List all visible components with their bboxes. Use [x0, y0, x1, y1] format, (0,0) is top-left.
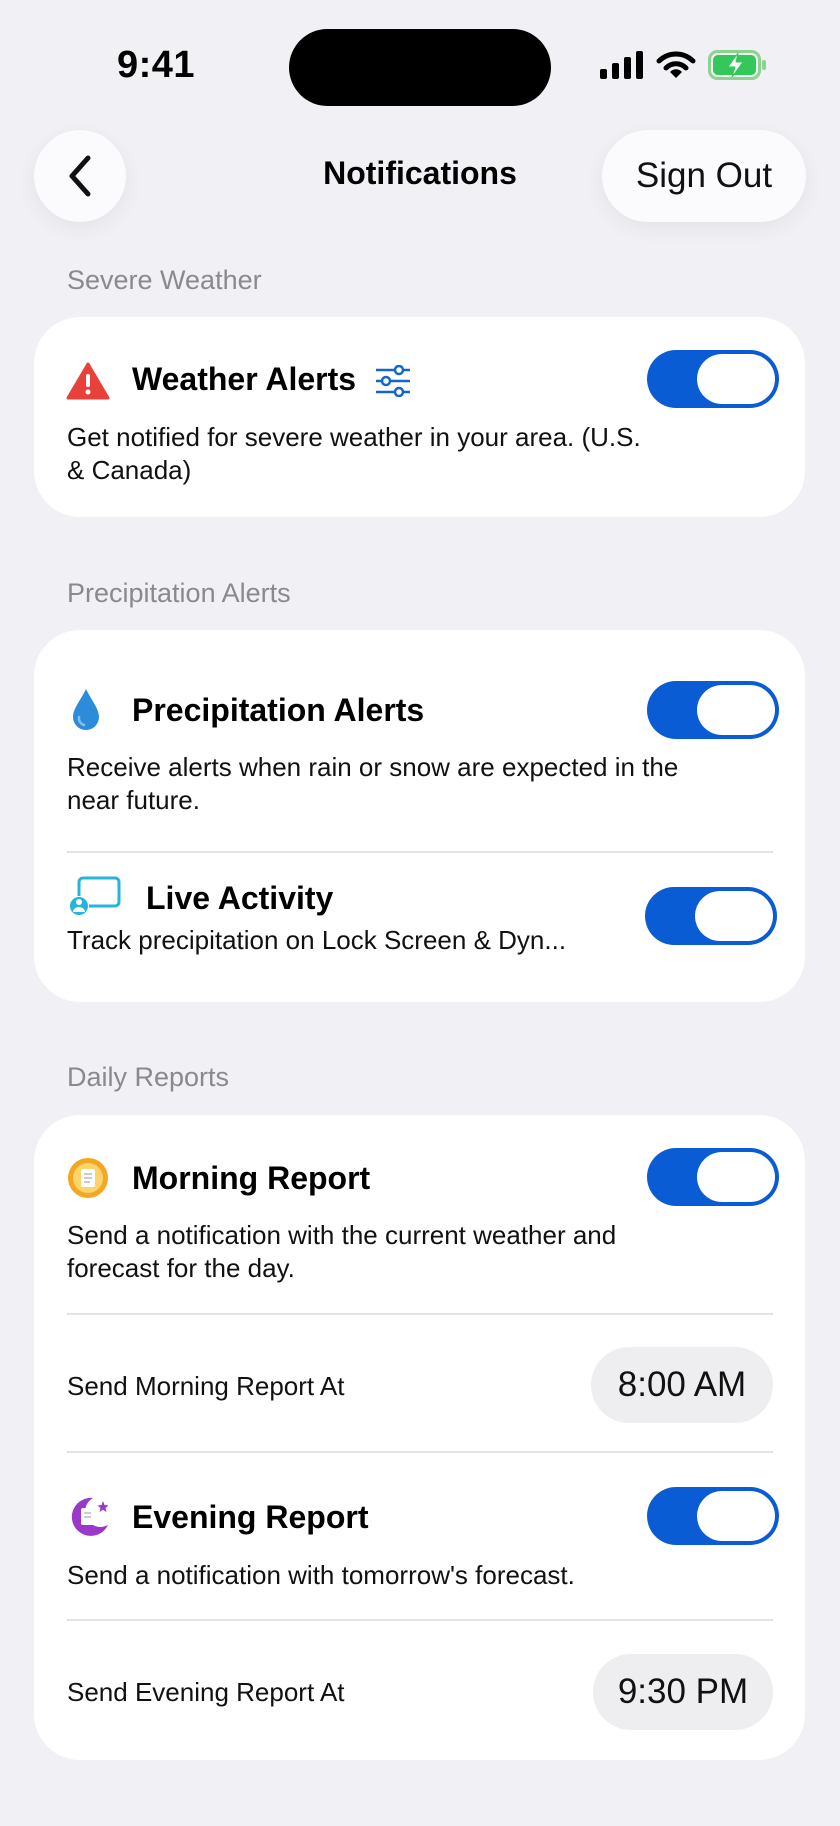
wifi-icon — [656, 51, 696, 78]
live-activity-icon — [69, 876, 121, 916]
precipitation-desc-line-1: Receive alerts when rain or snow are exp… — [67, 752, 679, 782]
weather-alerts-toggle[interactable] — [647, 350, 779, 408]
toggle-knob — [697, 1491, 775, 1541]
weather-alerts-desc-line-1: Get notified for severe weather in your … — [67, 422, 641, 452]
divider — [67, 1451, 773, 1453]
morning-report-time-label: Send Morning Report At — [67, 1371, 345, 1401]
divider — [67, 1313, 773, 1315]
toggle-knob — [697, 685, 775, 735]
evening-report-time-label: Send Evening Report At — [67, 1677, 345, 1707]
sliders-settings-icon[interactable] — [374, 365, 412, 397]
live-activity-toggle[interactable] — [645, 887, 777, 945]
section-label-severe-weather: Severe Weather — [67, 265, 262, 295]
status-time: 9:41 — [117, 44, 196, 86]
evening-report-toggle[interactable] — [647, 1487, 779, 1545]
toggle-knob — [695, 891, 773, 941]
live-activity-description: Track precipitation on Lock Screen & Dyn… — [67, 925, 567, 955]
morning-report-title: Morning Report — [132, 1160, 371, 1196]
divider — [67, 1619, 773, 1621]
weather-alerts-desc-line-2: & Canada) — [67, 455, 192, 485]
morning-report-time-picker[interactable]: 8:00 AM — [591, 1347, 773, 1423]
warning-triangle-icon — [66, 362, 110, 400]
sun-report-icon — [68, 1158, 108, 1198]
evening-report-description: Send a notification with tomorrow's fore… — [67, 1560, 575, 1590]
dynamic-island — [289, 29, 551, 106]
morning-desc-line-1: Send a notification with the current wea… — [67, 1220, 617, 1250]
weather-alerts-title: Weather Alerts — [132, 361, 357, 397]
moon-report-icon — [71, 1497, 109, 1536]
precipitation-alerts-title: Precipitation Alerts — [132, 692, 425, 728]
divider — [67, 851, 773, 853]
water-drop-icon — [73, 689, 99, 730]
precipitation-alerts-description: Receive alerts when rain or snow are exp… — [67, 751, 767, 817]
precipitation-desc-line-2: near future. — [67, 785, 200, 815]
toggle-knob — [697, 354, 775, 404]
toggle-knob — [697, 1152, 775, 1202]
section-label-daily-reports: Daily Reports — [67, 1062, 230, 1092]
evening-report-title: Evening Report — [132, 1499, 369, 1535]
evening-report-time-picker[interactable]: 9:30 PM — [593, 1654, 773, 1730]
sign-out-button[interactable]: Sign Out — [602, 130, 806, 222]
severe-weather-card: Weather Alerts Get notified for severe w… — [34, 317, 805, 517]
status-icons — [600, 50, 768, 80]
battery-charging-icon — [708, 50, 766, 80]
morning-report-toggle[interactable] — [647, 1148, 779, 1206]
live-activity-title: Live Activity — [146, 880, 334, 916]
morning-desc-line-2: forecast for the day. — [67, 1253, 295, 1283]
weather-alerts-description: Get notified for severe weather in your … — [67, 421, 727, 487]
precipitation-alerts-toggle[interactable] — [647, 681, 779, 739]
cellular-signal-icon — [600, 51, 643, 79]
morning-report-description: Send a notification with the current wea… — [67, 1219, 767, 1285]
section-label-precipitation: Precipitation Alerts — [67, 578, 291, 608]
